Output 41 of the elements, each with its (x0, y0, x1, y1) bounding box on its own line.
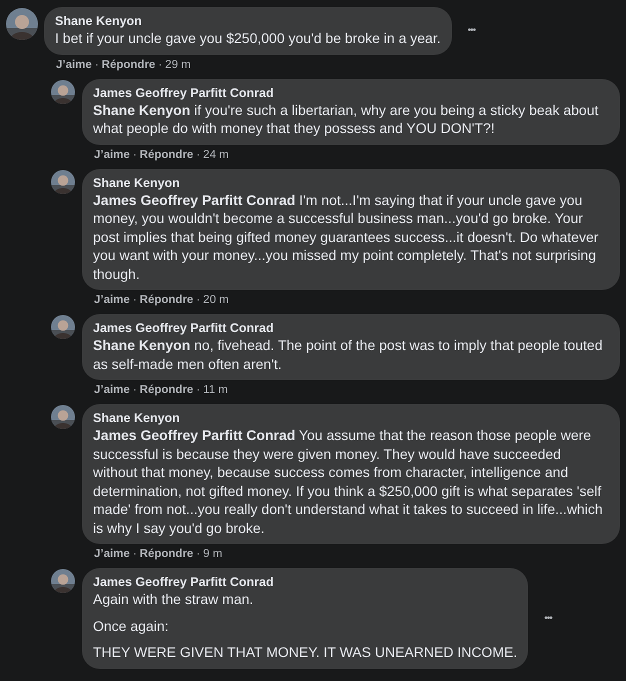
comment-text: Again with the straw man. (93, 590, 254, 608)
comment-text: Once again: (93, 616, 170, 635)
comment-text: James Geoffrey Parfitt Conrad You assume that the reason those people were successful is because they were given money. They would have succeeded without that money, because success comes from character, intelligence and determination, not gifted money. If you think a $250,000 gift is what separates 'self made' from not...you really don't understand what it takes to succeed in life...which is why I say you'd go broke. (93, 426, 604, 537)
reply-link[interactable]: Répondre (102, 58, 156, 72)
author-name[interactable]: Shane Kenyon (93, 410, 609, 426)
separator-dot: · (195, 293, 202, 308)
like-link[interactable]: J’aime (94, 293, 130, 308)
timestamp: 11 m (203, 383, 228, 398)
like-link[interactable]: J’aime (94, 148, 130, 162)
comment-text: I bet if your uncle gave you $250,000 you'd be broke in a year. (55, 29, 441, 48)
like-link[interactable]: J’aime (56, 58, 92, 72)
separator-dot: · (132, 148, 138, 162)
author-name[interactable]: James Geoffrey Parfitt Conrad (93, 84, 609, 100)
author-name[interactable]: Shane Kenyon (93, 174, 609, 190)
timestamp: 29 m (165, 58, 191, 72)
author-name[interactable]: Shane Kenyon (55, 13, 441, 29)
separator-dot: · (195, 383, 202, 398)
more-button[interactable]: ••• (466, 23, 478, 38)
author-name[interactable]: James Geoffrey Parfitt Conrad (93, 574, 518, 590)
reply-link[interactable]: Répondre (140, 293, 194, 308)
separator-dot: · (195, 148, 202, 162)
separator-dot: · (94, 58, 100, 72)
separator-dot: · (157, 58, 164, 72)
more-button[interactable]: ••• (542, 610, 554, 626)
timestamp: 9 m (203, 547, 222, 562)
reply-link[interactable]: Répondre (140, 148, 194, 162)
separator-dot: · (132, 383, 138, 398)
comment-text: Shane Kenyon if you're such a libertarian, why are you being a sticky beak about what people do with money that they possess and YOU DON'T?! (93, 100, 600, 138)
comment-text: THEY WERE GIVEN THAT MONEY. IT WAS UNEARNED INCOME. (93, 643, 518, 662)
comment-text: James Geoffrey Parfitt Conrad I'm not...I'm saying that if your uncle gave you money, you wouldn't become a successful business man...you'd go broke. Your post implies that being gifted money guarantees success...it doesn't. Do whatever you want with your money...you missed my point completely. That's not surprising though. (93, 190, 600, 283)
timestamp: 24 m (203, 148, 229, 162)
reply-link[interactable]: Répondre (140, 547, 194, 562)
author-name[interactable]: James Geoffrey Parfitt Conrad (93, 320, 609, 336)
like-link[interactable]: J’aime (94, 383, 130, 398)
timestamp: 20 m (203, 293, 229, 308)
separator-dot: · (195, 547, 202, 562)
separator-dot: · (132, 547, 138, 562)
like-link[interactable]: J’aime (94, 547, 130, 562)
separator-dot: · (132, 293, 138, 308)
reply-link[interactable]: Répondre (140, 383, 194, 398)
comment-text: Shane Kenyon no, fivehead. The point of the post was to imply that people touted as self-made men often aren't. (93, 336, 604, 373)
